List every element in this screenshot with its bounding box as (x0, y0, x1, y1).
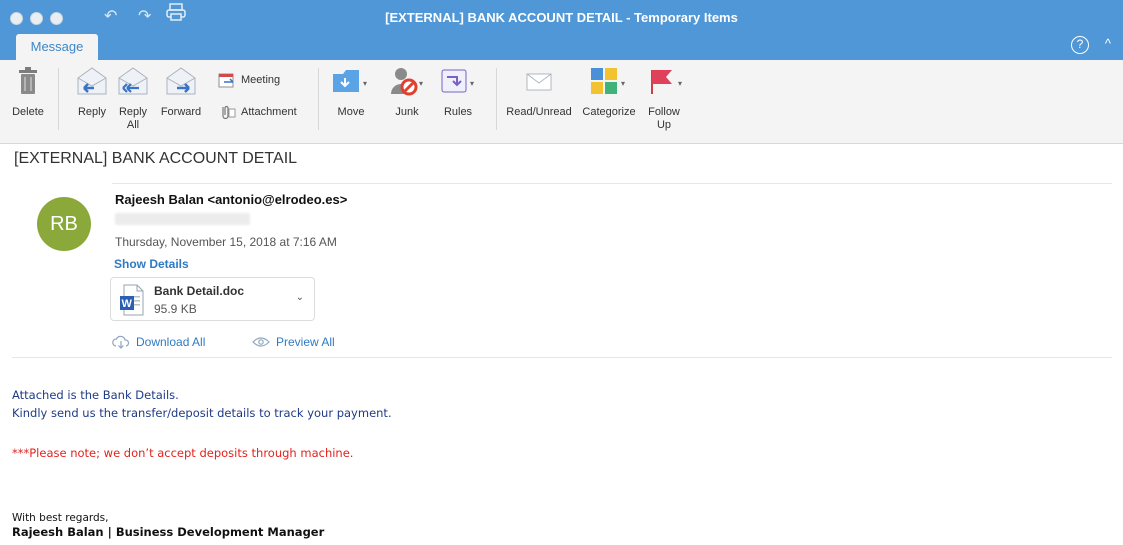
rules-label: Rules (443, 106, 473, 118)
help-icon[interactable]: ? (1071, 36, 1089, 54)
follow-up-button[interactable]: ▾ Follow Up (644, 66, 684, 132)
reply-all-label: Reply All (118, 106, 148, 131)
rules-button[interactable]: ▾ Rules (436, 66, 480, 119)
junk-icon: ▾ (391, 68, 423, 96)
read-unread-label: Read/Unread (506, 106, 572, 118)
reply-all-icon (118, 67, 148, 95)
reply-button[interactable]: Reply (72, 66, 112, 119)
chevron-down-icon[interactable]: ⌄ (296, 292, 304, 303)
avatar: RB (37, 197, 91, 251)
categorize-button[interactable]: ▾ Categorize (578, 66, 640, 119)
svg-text:▾: ▾ (678, 79, 682, 88)
redacted-recipients (115, 213, 250, 225)
paperclip-icon (222, 105, 236, 120)
delete-label: Delete (12, 106, 44, 118)
preview-all-label: Preview All (276, 335, 335, 349)
attachment-card[interactable]: W Bank Detail.doc 95.9 KB ⌄ (110, 277, 315, 321)
show-details-link[interactable]: Show Details (114, 257, 189, 271)
body-signature: Rajeesh Balan | Business Development Man… (12, 525, 325, 539)
reply-icon (77, 67, 107, 95)
follow-up-label: Follow Up (648, 106, 680, 131)
rules-icon: ▾ (441, 69, 474, 93)
preview-all-link[interactable]: Preview All (252, 335, 335, 349)
divider (12, 357, 1112, 358)
word-document-icon: W (120, 284, 144, 316)
envelope-icon (526, 73, 552, 91)
divider (112, 183, 1112, 184)
download-all-label: Download All (136, 335, 206, 349)
attachment-name: Bank Detail.doc (154, 284, 245, 298)
reply-all-button[interactable]: Reply All (114, 66, 152, 132)
svg-text:W: W (122, 298, 133, 310)
tab-message[interactable]: Message (16, 34, 98, 60)
attachment-label: Attachment (241, 106, 297, 118)
svg-text:▾: ▾ (363, 79, 367, 88)
move-label: Move (337, 106, 365, 118)
reply-label: Reply (77, 106, 107, 118)
divider (58, 68, 59, 130)
download-all-link[interactable]: Download All (112, 335, 205, 349)
move-button[interactable]: ▾ Move (330, 66, 372, 119)
attachment-button[interactable]: Attachment (218, 104, 297, 120)
delete-button[interactable]: Delete (8, 66, 48, 119)
move-folder-icon: ▾ (333, 70, 367, 92)
sender-name[interactable]: Rajeesh Balan <antonio@elrodeo.es> (115, 192, 347, 207)
cloud-download-icon (112, 335, 130, 349)
meeting-icon (218, 73, 234, 88)
categorize-icon: ▾ (591, 68, 625, 94)
svg-text:▾: ▾ (621, 79, 625, 88)
body-line-2: Kindly send us the transfer/deposit deta… (12, 406, 392, 420)
junk-button[interactable]: ▾ Junk (386, 66, 428, 119)
junk-label: Junk (395, 106, 419, 118)
svg-text:▾: ▾ (470, 79, 474, 88)
divider (496, 68, 497, 130)
title-bar: ↶ ↷ [EXTERNAL] BANK ACCOUNT DETAIL - Tem… (0, 0, 1123, 60)
flag-icon: ▾ (651, 70, 682, 94)
svg-text:▾: ▾ (419, 79, 423, 88)
message-subject: [EXTERNAL] BANK ACCOUNT DETAIL (14, 150, 298, 167)
meeting-label: Meeting (241, 74, 281, 86)
categorize-label: Categorize (582, 106, 636, 118)
forward-button[interactable]: Forward (156, 66, 206, 119)
ribbon-toolbar: Delete Reply Reply All Forward Meeting A… (0, 60, 1123, 144)
collapse-ribbon-icon[interactable]: ^ (1105, 36, 1111, 51)
eye-icon (252, 337, 270, 347)
body-line-1: Attached is the Bank Details. (12, 388, 179, 402)
trash-icon (19, 67, 37, 94)
message-date: Thursday, November 15, 2018 at 7:16 AM (115, 235, 337, 249)
body-regards: With best regards, (12, 512, 109, 524)
attachment-size: 95.9 KB (154, 302, 197, 316)
divider (318, 68, 319, 130)
read-unread-button[interactable]: Read/Unread (502, 66, 576, 119)
window-title: [EXTERNAL] BANK ACCOUNT DETAIL - Tempora… (385, 10, 738, 25)
forward-icon (166, 67, 196, 95)
body-warning: ***Please note; we don’t accept deposits… (12, 446, 354, 460)
forward-label: Forward (160, 106, 202, 118)
meeting-button[interactable]: Meeting (218, 72, 280, 88)
